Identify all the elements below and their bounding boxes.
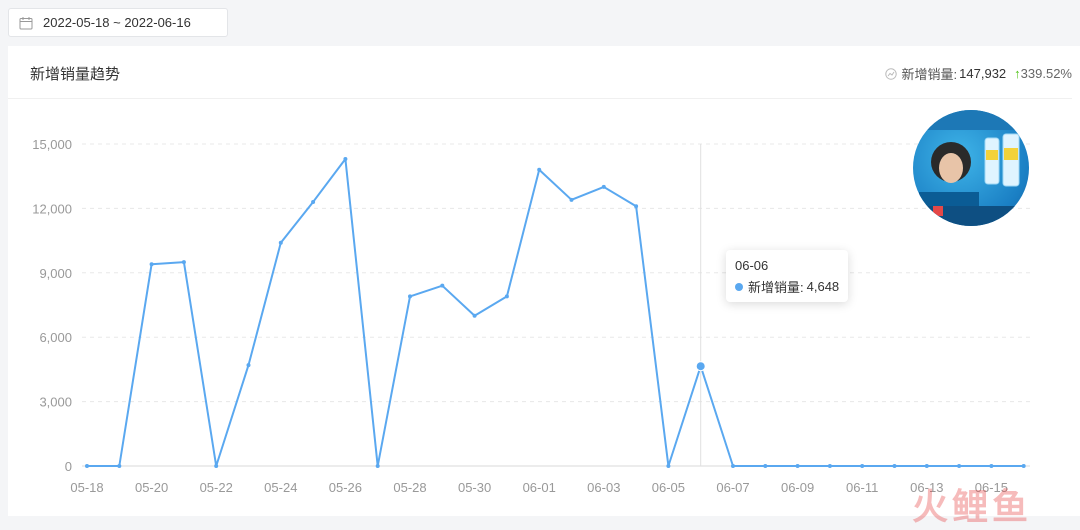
product-thumbnail[interactable] bbox=[913, 110, 1029, 226]
data-point bbox=[472, 313, 477, 318]
y-tick-label: 9,000 bbox=[39, 266, 72, 281]
series-line bbox=[87, 158, 1024, 467]
data-point bbox=[601, 184, 606, 189]
date-range-text: 2022-05-18 ~ 2022-06-16 bbox=[43, 15, 191, 30]
x-tick-label: 06-03 bbox=[587, 480, 620, 495]
data-point bbox=[827, 464, 832, 468]
data-point bbox=[214, 464, 219, 468]
data-point bbox=[957, 464, 962, 468]
data-point bbox=[117, 464, 122, 468]
y-tick-label: 6,000 bbox=[39, 330, 72, 345]
series-dot-icon bbox=[735, 282, 743, 291]
x-tick-label: 05-20 bbox=[135, 480, 168, 495]
data-point bbox=[795, 464, 800, 468]
calendar-icon bbox=[19, 16, 33, 29]
data-point bbox=[666, 464, 671, 468]
x-tick-label: 05-30 bbox=[458, 480, 491, 495]
data-point bbox=[569, 197, 574, 202]
data-point bbox=[924, 464, 929, 468]
x-tick-label: 05-24 bbox=[264, 480, 297, 495]
highlighted-point bbox=[695, 361, 706, 372]
x-tick-label: 06-07 bbox=[716, 480, 749, 495]
data-point bbox=[537, 167, 542, 172]
x-tick-label: 06-05 bbox=[652, 480, 685, 495]
data-point bbox=[504, 294, 509, 299]
tooltip-label: 新增销量: bbox=[748, 280, 804, 295]
chart-tooltip: 06-06 新增销量: 4,648 bbox=[726, 250, 848, 302]
data-point bbox=[989, 464, 994, 468]
x-tick-label: 05-28 bbox=[393, 480, 426, 495]
data-point bbox=[1021, 464, 1026, 468]
data-point bbox=[763, 464, 768, 468]
data-point bbox=[311, 199, 316, 204]
product-image bbox=[913, 110, 1029, 226]
watermark-logo: 火鲤鱼 bbox=[912, 487, 1033, 528]
x-tick-label: 06-01 bbox=[523, 480, 556, 495]
x-tick-label: 05-26 bbox=[329, 480, 362, 495]
y-tick-label: 12,000 bbox=[32, 201, 72, 216]
data-point bbox=[246, 363, 251, 368]
y-tick-label: 15,000 bbox=[32, 137, 72, 152]
data-point bbox=[343, 157, 348, 162]
y-tick-label: 3,000 bbox=[39, 395, 72, 410]
data-point bbox=[375, 464, 380, 468]
data-point bbox=[440, 283, 445, 288]
data-point bbox=[85, 464, 89, 468]
tooltip-date: 06-06 bbox=[735, 258, 769, 273]
data-point bbox=[860, 464, 865, 468]
data-point bbox=[408, 294, 412, 299]
data-point bbox=[278, 240, 283, 245]
date-range-picker[interactable]: 2022-05-18 ~ 2022-06-16 bbox=[8, 8, 228, 37]
x-tick-label: 06-09 bbox=[781, 480, 814, 495]
x-tick-label: 06-11 bbox=[846, 480, 878, 495]
data-point bbox=[892, 464, 897, 468]
tooltip-value: 4,648 bbox=[806, 279, 840, 294]
data-point bbox=[634, 204, 639, 209]
data-point bbox=[731, 464, 735, 468]
data-point bbox=[181, 260, 186, 265]
x-tick-label: 05-18 bbox=[70, 480, 103, 495]
y-tick-label: 0 bbox=[65, 459, 72, 474]
x-tick-label: 05-22 bbox=[200, 480, 233, 495]
data-point bbox=[149, 262, 154, 267]
